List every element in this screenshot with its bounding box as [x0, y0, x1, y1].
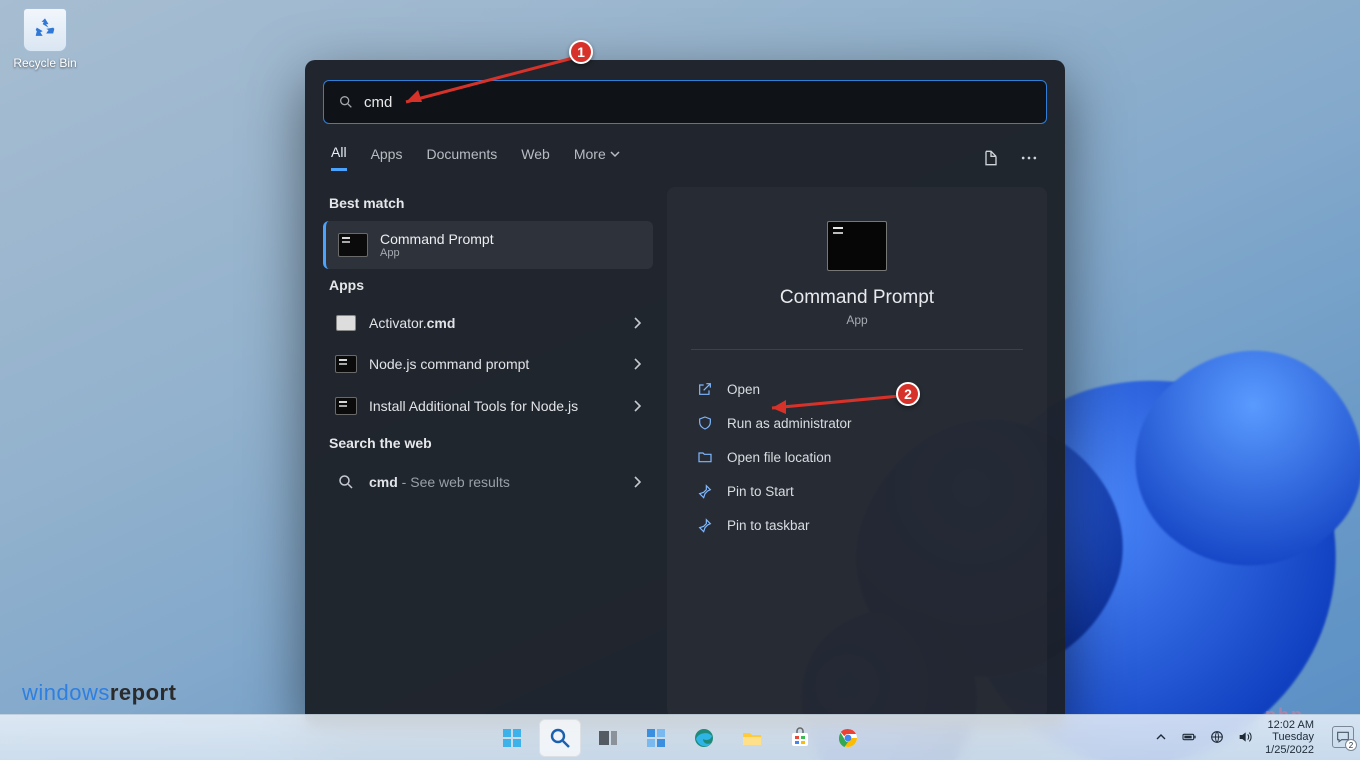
shield-icon — [697, 415, 713, 431]
volume-icon[interactable] — [1237, 729, 1253, 745]
start-button[interactable] — [491, 719, 533, 757]
best-match-title: Command Prompt — [380, 231, 494, 247]
best-match-result[interactable]: Command Prompt App — [323, 221, 653, 269]
more-options-icon[interactable] — [1019, 148, 1039, 168]
command-prompt-icon — [335, 397, 357, 415]
taskbar: 12:02 AM Tuesday 1/25/2022 2 — [0, 714, 1360, 760]
store-button[interactable] — [779, 719, 821, 757]
filter-tabs: All Apps Documents Web More — [331, 144, 1039, 171]
command-prompt-icon — [335, 355, 357, 373]
recycle-bin-icon — [23, 8, 67, 52]
recycle-bin[interactable]: Recycle Bin — [8, 8, 82, 72]
start-search-panel: All Apps Documents Web More Best match — [305, 60, 1065, 726]
preview-title: Command Prompt — [677, 287, 1037, 309]
chrome-button[interactable] — [827, 719, 869, 757]
chevron-right-icon — [633, 476, 641, 488]
tab-more[interactable]: More — [574, 144, 620, 171]
open-icon — [697, 381, 713, 397]
app-result-nodejs-tools[interactable]: Install Additional Tools for Node.js — [323, 385, 653, 427]
task-view-button[interactable] — [587, 719, 629, 757]
chevron-right-icon — [633, 358, 641, 370]
widgets-button[interactable] — [635, 719, 677, 757]
search-icon — [338, 94, 354, 110]
preview-subtitle: App — [677, 313, 1037, 327]
file-icon — [336, 315, 356, 331]
network-icon[interactable] — [1209, 729, 1225, 745]
recycle-bin-label: Recycle Bin — [13, 56, 76, 70]
best-match-sub: App — [380, 247, 494, 259]
annotation-arrow-2 — [760, 392, 905, 416]
folder-icon — [697, 449, 713, 465]
annotation-arrow-1 — [388, 52, 583, 112]
tab-all[interactable]: All — [331, 144, 347, 171]
chevron-up-icon[interactable] — [1153, 729, 1169, 745]
system-tray: 12:02 AM Tuesday 1/25/2022 2 — [1153, 719, 1360, 757]
annotation-marker-1: 1 — [569, 40, 593, 64]
section-best-match: Best match — [329, 195, 647, 211]
action-open-location[interactable]: Open file location — [677, 440, 1037, 474]
results-column: Best match Command Prompt App Apps Activ… — [323, 187, 653, 717]
app-result-activator[interactable]: Activator.cmd — [323, 303, 653, 343]
annotation-marker-2: 2 — [896, 382, 920, 406]
edge-button[interactable] — [683, 719, 725, 757]
tab-apps[interactable]: Apps — [371, 144, 403, 171]
battery-icon[interactable] — [1181, 729, 1197, 745]
app-result-nodejs-prompt[interactable]: Node.js command prompt — [323, 343, 653, 385]
preview-pane: Command Prompt App Open Run as administr… — [667, 187, 1047, 717]
divider — [691, 349, 1023, 350]
clock[interactable]: 12:02 AM Tuesday 1/25/2022 — [1265, 719, 1314, 757]
tab-documents[interactable]: Documents — [426, 144, 497, 171]
action-pin-start[interactable]: Pin to Start — [677, 474, 1037, 508]
search-icon — [337, 473, 355, 491]
feedback-icon[interactable] — [981, 148, 1001, 168]
notifications-button[interactable]: 2 — [1332, 726, 1354, 748]
search-button[interactable] — [539, 719, 581, 757]
tab-web[interactable]: Web — [521, 144, 550, 171]
section-apps: Apps — [329, 277, 647, 293]
pin-icon — [697, 483, 713, 499]
chevron-down-icon — [610, 149, 620, 159]
web-result[interactable]: cmd - See web results — [323, 461, 653, 503]
chevron-right-icon — [633, 317, 641, 329]
action-pin-taskbar[interactable]: Pin to taskbar — [677, 508, 1037, 542]
explorer-button[interactable] — [731, 719, 773, 757]
pin-icon — [697, 517, 713, 533]
notification-badge: 2 — [1345, 739, 1357, 751]
section-search-web: Search the web — [329, 435, 647, 451]
chevron-right-icon — [633, 400, 641, 412]
watermark: windowsreport — [22, 680, 176, 706]
command-prompt-icon — [827, 221, 887, 271]
command-prompt-icon — [338, 233, 368, 257]
